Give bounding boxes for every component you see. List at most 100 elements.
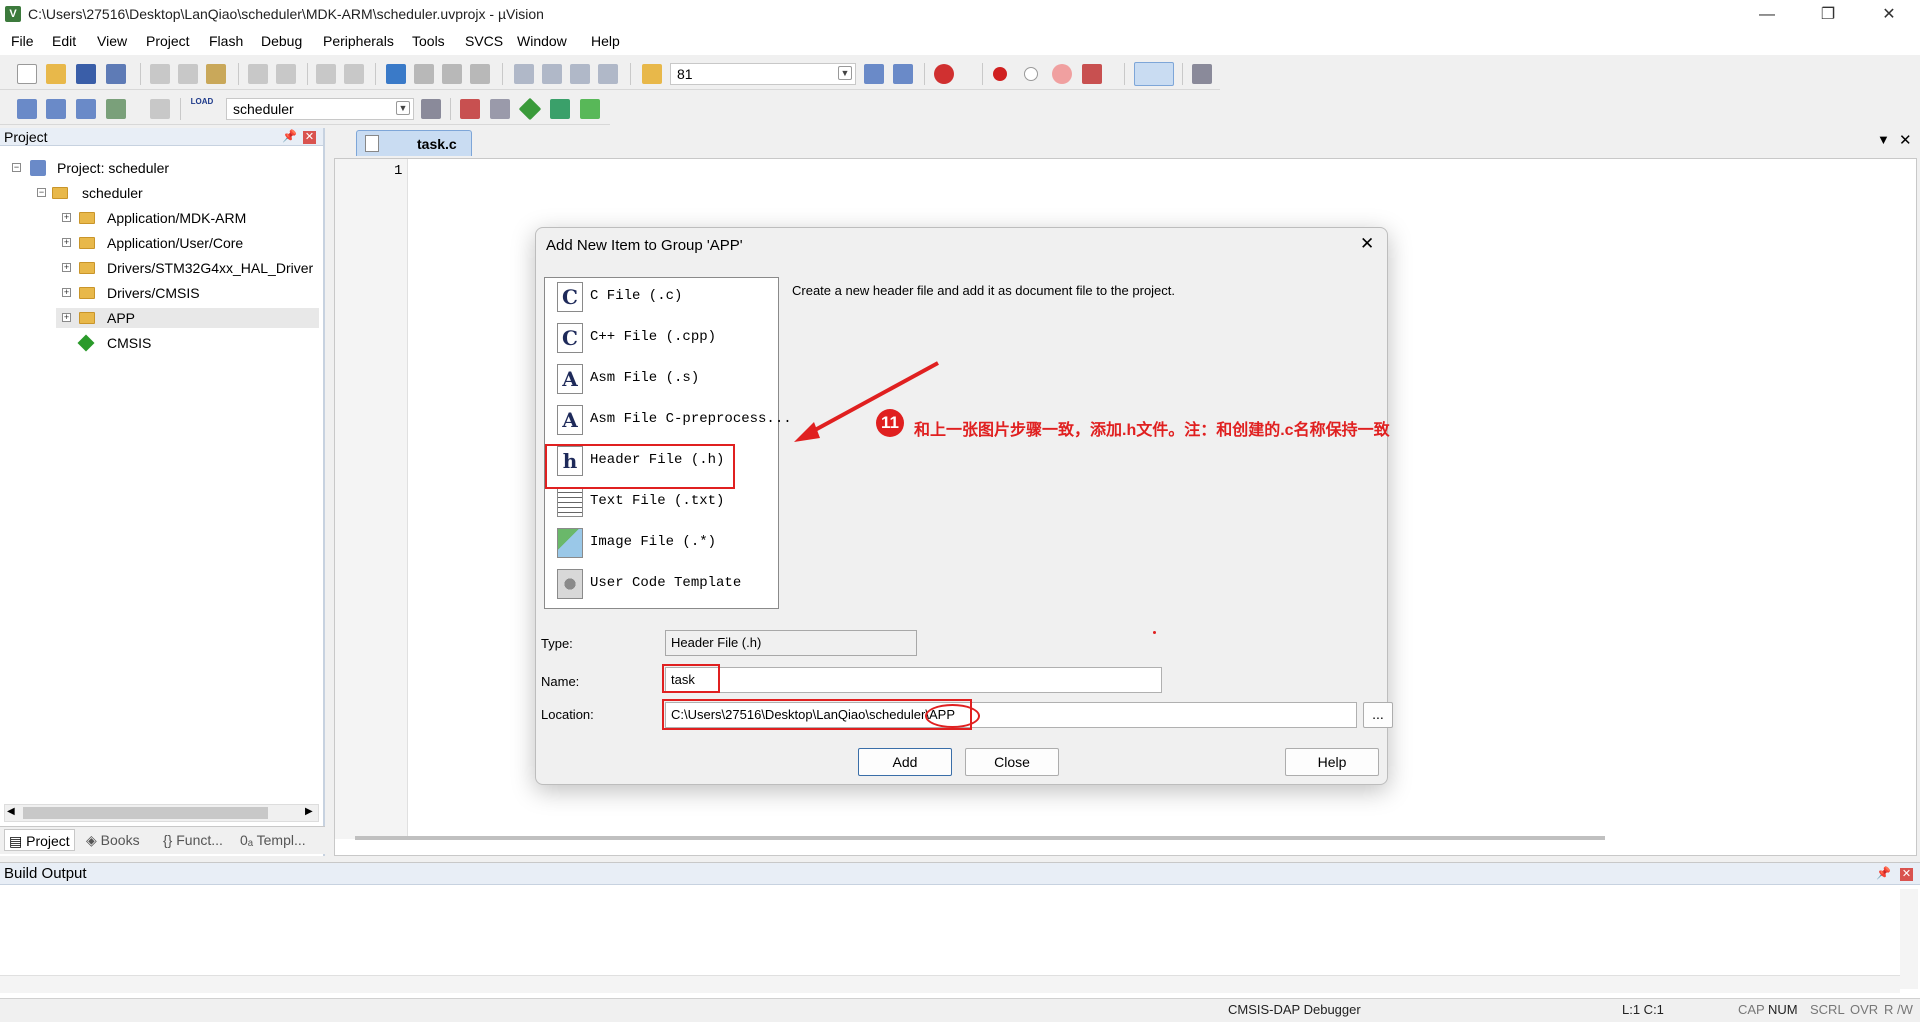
menu-peripherals[interactable]: Peripherals — [323, 33, 394, 49]
close-tab-icon[interactable]: ✕ — [1899, 131, 1912, 149]
disable-breakpoint-icon[interactable] — [1024, 67, 1038, 81]
menu-svcs[interactable]: SVCS — [465, 33, 503, 49]
menu-flash[interactable]: Flash — [209, 33, 243, 49]
menu-view[interactable]: View — [97, 33, 127, 49]
breakpoints-window-icon[interactable] — [1082, 64, 1102, 84]
save-all-icon[interactable] — [106, 64, 126, 84]
debug-session-icon[interactable] — [934, 64, 954, 84]
pin-icon[interactable]: 📌 — [282, 129, 297, 143]
tree-group-selected[interactable]: + APP — [56, 308, 319, 328]
close-button[interactable]: Close — [965, 748, 1059, 776]
close-panel-icon[interactable]: ✕ — [1900, 868, 1913, 881]
tab-list-icon[interactable]: ▼ — [1877, 132, 1890, 147]
new-file-icon[interactable] — [17, 64, 37, 84]
menu-tools[interactable]: Tools — [412, 33, 445, 49]
chevron-down-icon[interactable]: ▼ — [838, 66, 852, 80]
incremental-find-icon[interactable] — [864, 64, 884, 84]
clear-bookmarks-icon[interactable] — [470, 64, 490, 84]
redo-icon[interactable] — [276, 64, 296, 84]
list-item-asm-preprocess[interactable]: A Asm File C-preprocess... — [557, 401, 792, 435]
list-item-c-file[interactable]: C C File (.c) — [557, 278, 777, 312]
list-item-asm-file[interactable]: A Asm File (.s) — [557, 360, 777, 394]
editor-h-scrollbar[interactable] — [355, 836, 1605, 840]
help-button[interactable]: Help — [1285, 748, 1379, 776]
scroll-right-icon[interactable]: ▶ — [305, 806, 313, 817]
tab-project[interactable]: ▤ Project — [4, 829, 75, 851]
list-item-user-code-template[interactable]: User Code Template — [557, 565, 777, 599]
pack-installer-icon[interactable] — [550, 99, 570, 119]
unindent-icon[interactable] — [542, 64, 562, 84]
build-icon[interactable] — [46, 99, 66, 119]
bookmark-icon[interactable] — [386, 64, 406, 84]
target-options-icon[interactable] — [421, 99, 441, 119]
find-in-files-icon[interactable] — [642, 64, 662, 84]
comment-icon[interactable] — [570, 64, 590, 84]
save-icon[interactable] — [76, 64, 96, 84]
stop-build-icon[interactable] — [150, 99, 170, 119]
expand-icon[interactable]: + — [62, 213, 71, 222]
chevron-down-icon[interactable]: ▼ — [396, 101, 410, 115]
indent-icon[interactable] — [514, 64, 534, 84]
find-replace-icon[interactable] — [893, 64, 913, 84]
expand-icon[interactable]: + — [62, 288, 71, 297]
restore-button[interactable]: ❐ — [1805, 0, 1851, 29]
configure-icon[interactable] — [1192, 64, 1212, 84]
open-file-icon[interactable] — [46, 64, 66, 84]
menu-project[interactable]: Project — [146, 33, 190, 49]
collapse-icon[interactable]: − — [12, 163, 21, 172]
manage-project-items-icon[interactable] — [460, 99, 480, 119]
target-select[interactable]: scheduler ▼ — [226, 98, 414, 120]
tab-task-c[interactable]: task.c — [356, 130, 472, 156]
horizontal-scrollbar[interactable]: ◀ ▶ — [4, 804, 319, 822]
scroll-thumb[interactable] — [23, 807, 268, 819]
download-icon[interactable]: LOAD — [190, 97, 214, 121]
expand-icon[interactable]: + — [62, 313, 71, 322]
find-combo[interactable]: 81 ▼ — [670, 63, 856, 85]
batch-build-icon[interactable] — [106, 99, 126, 119]
collapse-icon[interactable]: − — [37, 188, 46, 197]
rebuild-icon[interactable] — [76, 99, 96, 119]
breakpoint-icon[interactable] — [993, 67, 1007, 81]
menu-help[interactable]: Help — [591, 33, 620, 49]
scroll-left-icon[interactable]: ◀ — [7, 806, 15, 817]
uncomment-icon[interactable] — [598, 64, 618, 84]
tab-functions[interactable]: {} Funct... — [163, 829, 223, 851]
menu-file[interactable]: File — [11, 33, 34, 49]
translate-icon[interactable] — [17, 99, 37, 119]
menu-debug[interactable]: Debug — [261, 33, 302, 49]
menu-window[interactable]: Window — [517, 33, 567, 49]
list-item-image-file[interactable]: Image File (.*) — [557, 524, 777, 558]
expand-icon[interactable]: + — [62, 238, 71, 247]
kill-breakpoints-icon[interactable] — [1052, 64, 1072, 84]
c-file-icon — [365, 135, 379, 152]
manage-rte-icon[interactable] — [518, 97, 542, 121]
pin-icon[interactable]: 📌 — [1876, 866, 1891, 880]
minimize-button[interactable]: — — [1744, 0, 1790, 29]
horizontal-scrollbar[interactable] — [0, 975, 1900, 993]
add-button[interactable]: Add — [858, 748, 952, 776]
browse-button[interactable]: ... — [1363, 702, 1393, 728]
copy-icon[interactable] — [178, 64, 198, 84]
tab-books[interactable]: ◈ Books — [86, 829, 140, 851]
next-bookmark-icon[interactable] — [442, 64, 462, 84]
software-packs-icon[interactable] — [580, 99, 600, 119]
cut-icon[interactable] — [150, 64, 170, 84]
paste-icon[interactable] — [206, 64, 226, 84]
prev-bookmark-icon[interactable] — [414, 64, 434, 84]
name-field[interactable]: task — [665, 667, 1162, 693]
window-layout-icon[interactable] — [1134, 62, 1174, 86]
undo-icon[interactable] — [248, 64, 268, 84]
close-panel-icon[interactable]: ✕ — [303, 131, 316, 144]
project-panel: Project 📌 ✕ − Project: scheduler − sched… — [0, 128, 325, 856]
nav-forward-icon[interactable] — [344, 64, 364, 84]
menu-edit[interactable]: Edit — [52, 33, 76, 49]
close-window-button[interactable]: ✕ — [1866, 0, 1912, 29]
expand-icon[interactable]: + — [62, 263, 71, 272]
dialog-close-icon[interactable]: ✕ — [1360, 234, 1374, 254]
tab-templates[interactable]: 0ₐ Templ... — [240, 829, 306, 851]
list-item-cpp-file[interactable]: C C++ File (.cpp) — [557, 319, 777, 353]
highlight-header-file — [545, 444, 735, 489]
select-packs-icon[interactable] — [490, 99, 510, 119]
vertical-scrollbar[interactable] — [1900, 889, 1918, 989]
nav-back-icon[interactable] — [316, 64, 336, 84]
